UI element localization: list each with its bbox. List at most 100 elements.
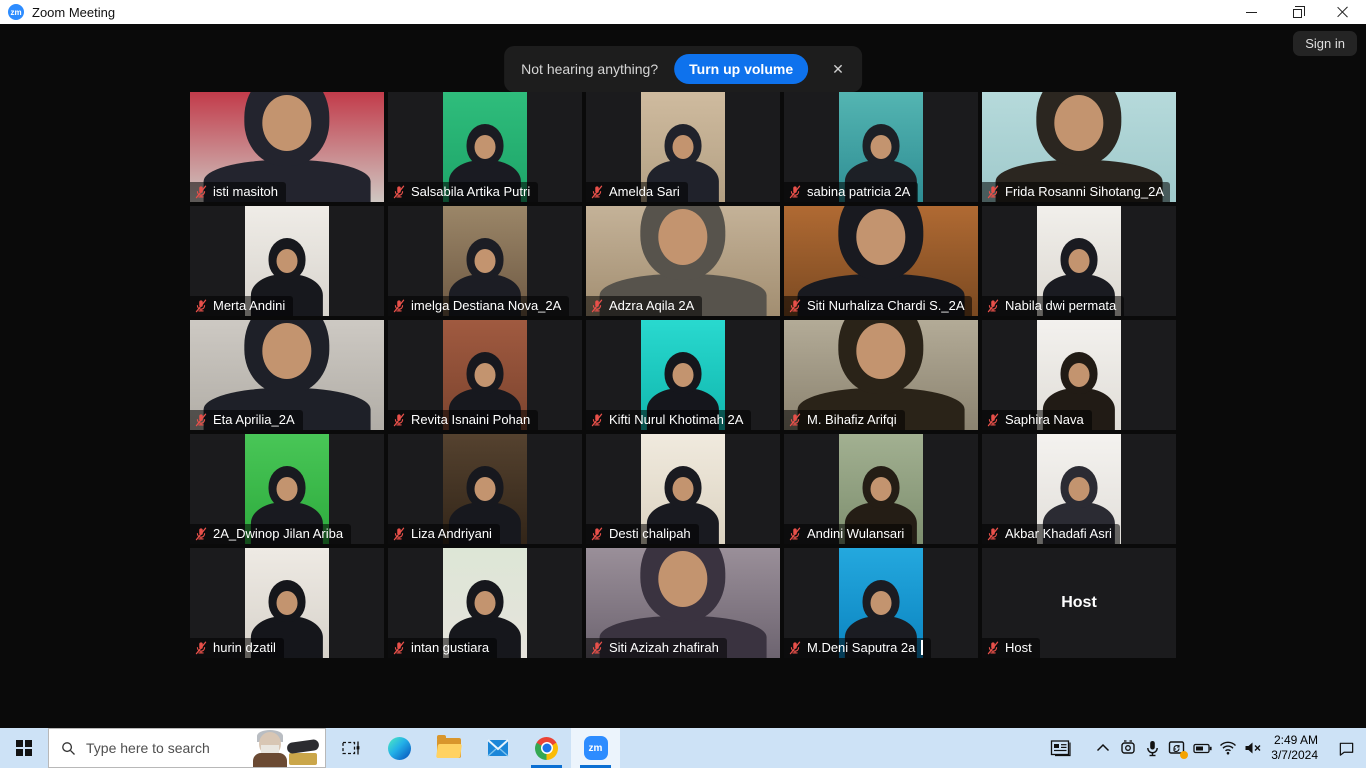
participant-name: Akbar Khadafi Asri [1005, 526, 1112, 541]
participant-tile[interactable]: Saphira Nava [982, 320, 1176, 430]
start-button[interactable] [0, 728, 48, 768]
microphone-in-use-tray-icon[interactable] [1140, 728, 1165, 768]
windows-taskbar: Type here to search zm [0, 728, 1366, 768]
participant-name: Frida Rosanni Sihotang_2A [1005, 184, 1164, 199]
participant-name: isti masitoh [213, 184, 278, 199]
restore-icon [1293, 9, 1302, 18]
participant-tile[interactable]: Desti chalipah [586, 434, 780, 544]
turn-up-volume-button[interactable]: Turn up volume [674, 54, 808, 84]
participant-name: sabina patricia 2A [807, 184, 910, 199]
participant-name-label: Adzra Aqila 2A [586, 296, 702, 316]
file-explorer-taskbar-button[interactable] [424, 728, 473, 768]
participant-tile[interactable]: Amelda Sari [586, 92, 780, 202]
muted-mic-icon [986, 413, 1000, 427]
chevron-up-tray-icon[interactable] [1090, 728, 1115, 768]
muted-mic-icon [392, 641, 406, 655]
clock-time: 2:49 AM [1271, 733, 1318, 748]
participant-tile[interactable]: 2A_Dwinop Jilan Ariba [190, 434, 384, 544]
muted-mic-icon [590, 641, 604, 655]
muted-mic-icon [590, 185, 604, 199]
participant-name: Merta Andini [213, 298, 285, 313]
close-button[interactable] [1320, 0, 1366, 24]
muted-mic-icon [986, 527, 1000, 541]
participant-name: 2A_Dwinop Jilan Ariba [213, 526, 343, 541]
muted-mic-icon [392, 185, 406, 199]
search-highlight-graphic[interactable] [251, 729, 323, 767]
participant-name-label: Akbar Khadafi Asri [982, 524, 1120, 544]
participant-name-label: Nabila dwi permata [982, 296, 1124, 316]
zoom-taskbar-button[interactable]: zm [571, 728, 620, 768]
camera-in-use-tray-icon[interactable] [1115, 728, 1140, 768]
participant-name-label: M. Bihafiz Arifqi [784, 410, 905, 430]
participant-name-label: 2A_Dwinop Jilan Ariba [190, 524, 351, 544]
sign-in-button[interactable]: Sign in [1293, 31, 1357, 56]
banner-close-icon[interactable]: ✕ [824, 59, 852, 80]
participant-tile[interactable]: intan gustiara [388, 548, 582, 658]
task-view-icon [341, 738, 361, 758]
participant-name-label: imelga Destiana Nova_2A [388, 296, 569, 316]
participant-tile[interactable]: Eta Aprilia_2A [190, 320, 384, 430]
participant-tile[interactable]: Salsabila Artika Putri [388, 92, 582, 202]
windows-logo-icon [16, 740, 32, 756]
participant-tile[interactable]: M. Bihafiz Arifqi [784, 320, 978, 430]
maximize-button[interactable] [1274, 0, 1320, 24]
participant-name: Salsabila Artika Putri [411, 184, 530, 199]
participant-name-label: intan gustiara [388, 638, 497, 658]
participant-tile[interactable]: Siti Nurhaliza Chardi S._2A [784, 206, 978, 316]
participant-name: Revita Isnaini Pohan [411, 412, 530, 427]
muted-mic-icon [788, 413, 802, 427]
participant-name: Desti chalipah [609, 526, 691, 541]
participant-tile[interactable]: sabina patricia 2A [784, 92, 978, 202]
participant-tile[interactable]: Host Host [982, 548, 1176, 658]
action-center-button[interactable] [1326, 728, 1366, 768]
taskbar-clock[interactable]: 2:49 AM 3/7/2024 [1265, 733, 1326, 763]
audio-notification-banner: Not hearing anything? Turn up volume ✕ [504, 46, 862, 92]
edge-taskbar-button[interactable] [375, 728, 424, 768]
participant-tile[interactable]: imelga Destiana Nova_2A [388, 206, 582, 316]
volume-muted-tray-icon[interactable] [1240, 728, 1265, 768]
participant-name-label: M.Deni Saputra 2a [784, 638, 931, 658]
taskbar-apps: zm [326, 728, 620, 768]
video-grid: isti masitoh Salsabila Artika Putri Amel… [190, 92, 1176, 658]
screen-update-tray-icon[interactable] [1165, 728, 1190, 768]
participant-name: Amelda Sari [609, 184, 680, 199]
participant-tile[interactable]: Merta Andini [190, 206, 384, 316]
participant-name-label: Desti chalipah [586, 524, 699, 544]
muted-mic-icon [392, 413, 406, 427]
participant-name: Liza Andriyani [411, 526, 492, 541]
participant-tile[interactable]: Kifti Nurul Khotimah 2A [586, 320, 780, 430]
participant-tile[interactable]: Siti Azizah zhafirah [586, 548, 780, 658]
participant-name: Host [1005, 640, 1032, 655]
participant-tile[interactable]: hurin dzatil [190, 548, 384, 658]
participant-tile[interactable]: Nabila dwi permata [982, 206, 1176, 316]
news-widgets-tray-icon[interactable] [1044, 728, 1078, 768]
participant-name-label: Salsabila Artika Putri [388, 182, 538, 202]
participant-tile[interactable]: Liza Andriyani [388, 434, 582, 544]
muted-mic-icon [590, 527, 604, 541]
battery-tray-icon[interactable] [1190, 728, 1215, 768]
participant-name-label: Liza Andriyani [388, 524, 500, 544]
taskbar-search-box[interactable]: Type here to search [48, 728, 326, 768]
tray-alert-badge [1180, 751, 1188, 759]
participant-tile[interactable]: Frida Rosanni Sihotang_2A [982, 92, 1176, 202]
rename-cursor [921, 640, 923, 655]
mail-taskbar-button[interactable] [473, 728, 522, 768]
participant-name-label: Saphira Nava [982, 410, 1092, 430]
window-controls [1228, 0, 1366, 24]
participant-tile[interactable]: Revita Isnaini Pohan [388, 320, 582, 430]
minimize-button[interactable] [1228, 0, 1274, 24]
chrome-taskbar-button[interactable] [522, 728, 571, 768]
participant-tile[interactable]: Adzra Aqila 2A [586, 206, 780, 316]
participant-name-label: hurin dzatil [190, 638, 284, 658]
participant-tile[interactable]: Andini Wulansari [784, 434, 978, 544]
chrome-icon [535, 736, 559, 760]
file-explorer-icon [437, 736, 461, 760]
participant-tile[interactable]: Akbar Khadafi Asri [982, 434, 1176, 544]
participant-tile[interactable]: isti masitoh [190, 92, 384, 202]
task-view-taskbar-button[interactable] [326, 728, 375, 768]
participant-tile[interactable]: M.Deni Saputra 2a [784, 548, 978, 658]
wifi-tray-icon[interactable] [1215, 728, 1240, 768]
participant-name: Kifti Nurul Khotimah 2A [609, 412, 743, 427]
system-tray: 2:49 AM 3/7/2024 [1044, 728, 1366, 768]
participant-name-label: Siti Azizah zhafirah [586, 638, 727, 658]
